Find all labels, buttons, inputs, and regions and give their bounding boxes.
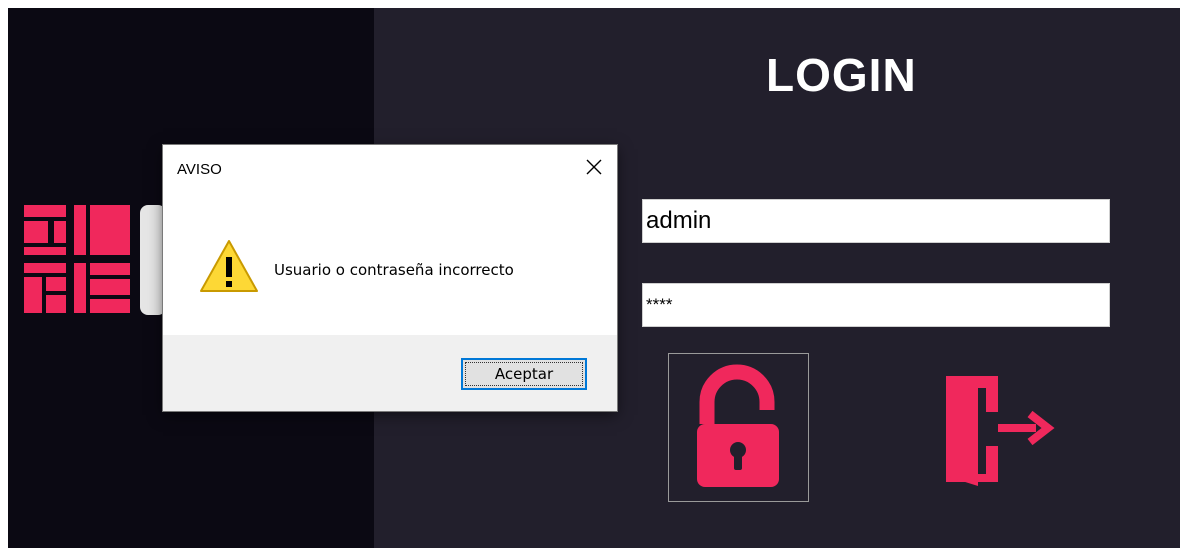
password-input[interactable] xyxy=(642,283,1110,327)
app-logo xyxy=(24,205,166,315)
exit-button[interactable] xyxy=(940,376,1060,486)
close-icon xyxy=(586,159,602,175)
warning-icon xyxy=(200,240,258,292)
accept-button[interactable]: Aceptar xyxy=(461,358,587,390)
login-title: LOGIN xyxy=(766,49,917,101)
dialog-title: AVISO xyxy=(177,161,222,178)
dialog-footer: Aceptar xyxy=(163,335,617,411)
dialog-message: Usuario o contraseña incorrecto xyxy=(274,261,514,279)
unlock-icon xyxy=(697,364,779,487)
exit-door-icon xyxy=(946,376,1055,486)
login-button[interactable] xyxy=(668,353,809,502)
username-input[interactable] xyxy=(642,199,1110,243)
dialog-close-button[interactable] xyxy=(577,151,611,183)
alert-dialog: AVISO Usuario o contraseña incorrecto Ac… xyxy=(163,145,617,411)
